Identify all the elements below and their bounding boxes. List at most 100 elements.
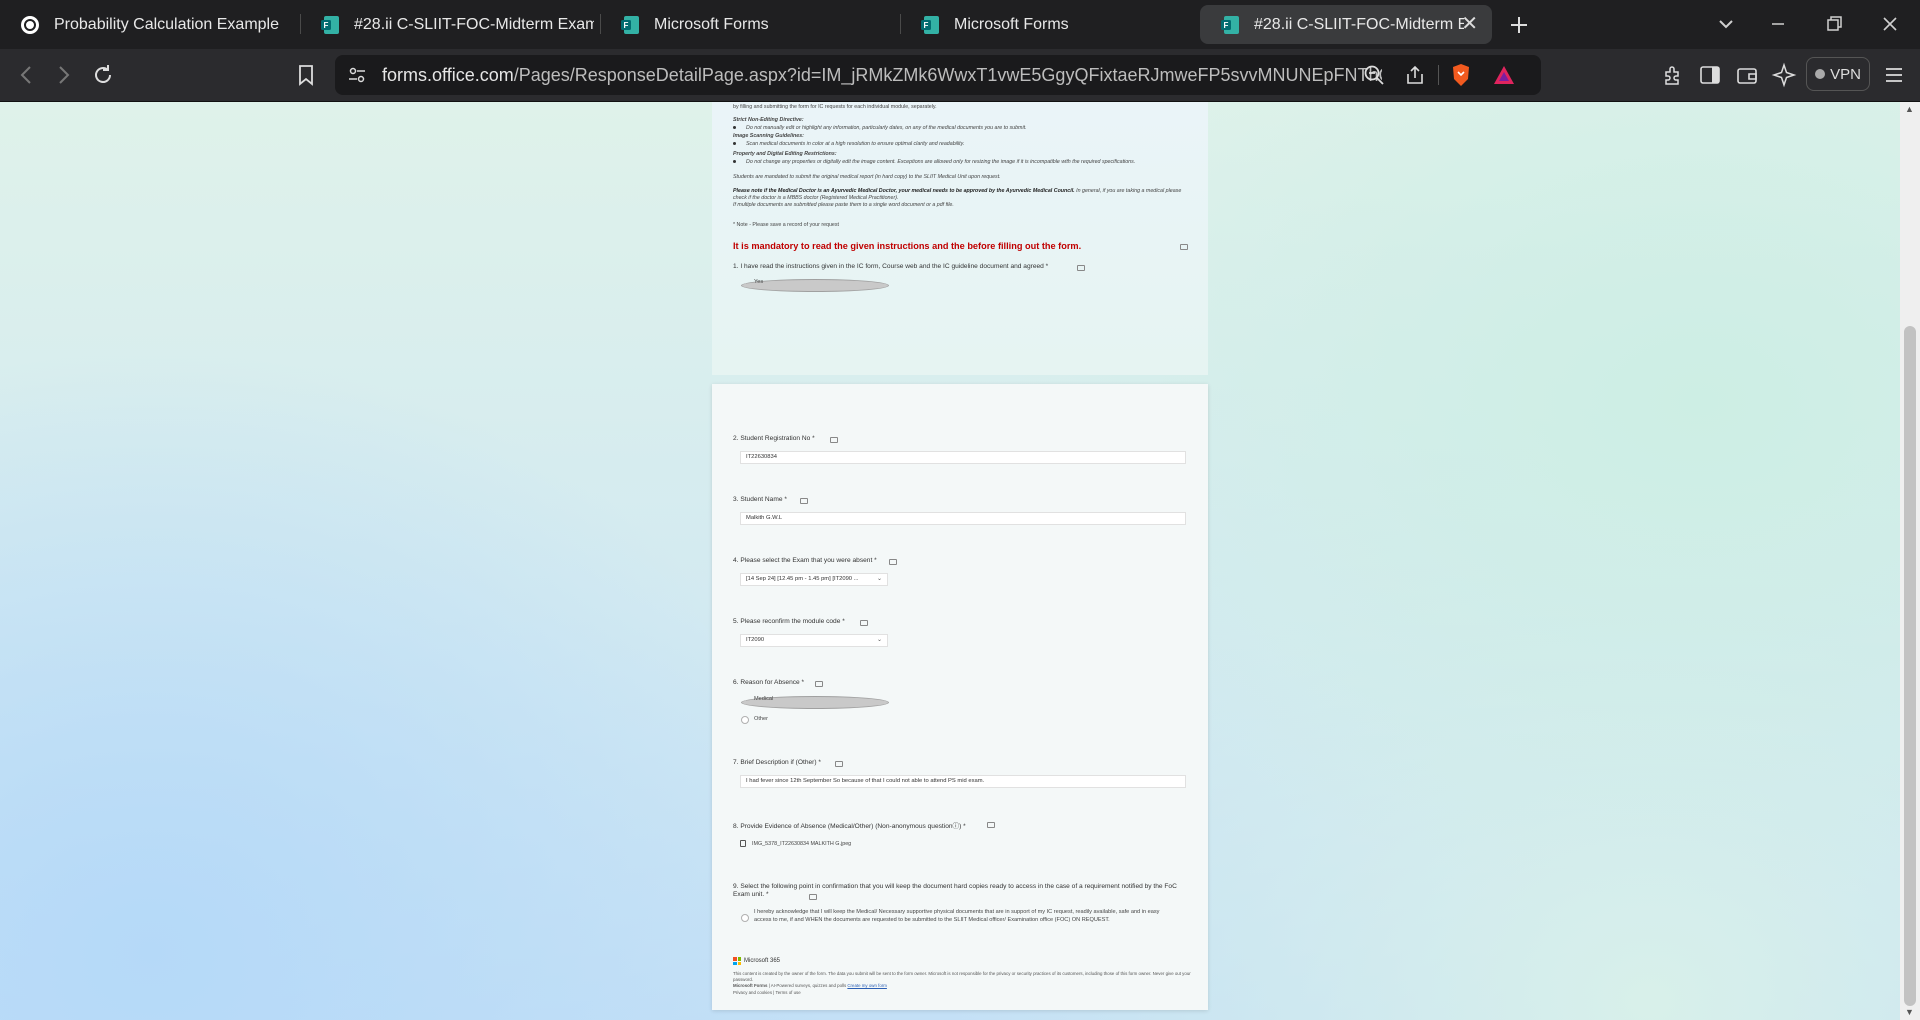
forms-icon: F bbox=[321, 15, 339, 34]
share-icon[interactable] bbox=[1404, 64, 1426, 86]
brave-shields-icon[interactable] bbox=[1450, 63, 1472, 87]
tab-microsoft-forms-1[interactable]: F Microsoft Forms bbox=[600, 5, 900, 44]
address-bar[interactable]: forms.office.com/Pages/ResponseDetailPag… bbox=[335, 55, 1541, 95]
strict-item: Do not manually edit or highlight any in… bbox=[733, 125, 1193, 132]
vpn-status-icon bbox=[1815, 69, 1826, 79]
vpn-button[interactable]: VPN bbox=[1806, 57, 1870, 91]
back-icon[interactable] bbox=[14, 62, 40, 88]
tab-title: Microsoft Forms bbox=[654, 15, 769, 33]
exam-select[interactable]: [14 Sep 24] [12.45 pm - 1.45 pm] [IT2090… bbox=[740, 573, 888, 586]
tab-forms-midterm[interactable]: F #28.ii C-SLIIT-FOC-Midterm Examina bbox=[300, 5, 600, 44]
vertical-scrollbar[interactable]: ▲ ▼ bbox=[1900, 102, 1920, 1020]
reason-medical-label: Medical bbox=[754, 696, 774, 702]
new-tab-plus-icon[interactable] bbox=[1508, 14, 1530, 36]
property-item: Do not change any properties or digitall… bbox=[733, 159, 1193, 166]
scrollbar-thumb[interactable] bbox=[1904, 326, 1916, 1006]
q1-yes-radio[interactable] bbox=[741, 279, 889, 292]
q1-label: 1. I have read the instructions given in… bbox=[733, 263, 1049, 270]
url-host: forms.office.com bbox=[382, 65, 514, 85]
uploaded-file[interactable]: IMG_5378_IT22630834 MALKITH G.jpeg bbox=[740, 840, 851, 847]
menu-icon[interactable] bbox=[1881, 62, 1907, 88]
ayurvedic-bold: Please note if the Medical Doctor is an … bbox=[733, 188, 1075, 194]
url-path: /Pages/ResponseDetailPage.aspx?id=IM_jRM… bbox=[513, 65, 1382, 85]
page-viewport: by filling and submitting the form for I… bbox=[0, 102, 1900, 1020]
reason-other-radio[interactable] bbox=[741, 716, 749, 724]
description-field[interactable]: I had fever since 12th September So beca… bbox=[740, 775, 1186, 788]
strict-item-text: Do not manually edit or highlight any in… bbox=[746, 125, 1027, 131]
immersive-reader-icon[interactable] bbox=[809, 894, 817, 900]
create-form-link[interactable]: Create my own form bbox=[847, 983, 887, 988]
save-record-note: * Note - Please save a record of your re… bbox=[733, 222, 839, 228]
immersive-reader-icon[interactable] bbox=[1077, 265, 1085, 271]
scan-item: Scan medical documents in color at a hig… bbox=[733, 141, 1193, 148]
extensions-icon[interactable] bbox=[1660, 62, 1686, 88]
vpn-label: VPN bbox=[1830, 65, 1861, 83]
wallet-icon[interactable] bbox=[1734, 62, 1760, 88]
q7-label: 7. Brief Description if (Other) * bbox=[733, 759, 821, 766]
bookmark-icon[interactable] bbox=[293, 62, 319, 88]
minimize-icon[interactable] bbox=[1764, 10, 1792, 38]
q9-label: 9. Select the following point in confirm… bbox=[733, 883, 1177, 898]
property-item-text: Do not change any properties or digitall… bbox=[746, 159, 1136, 165]
tab-microsoft-forms-2[interactable]: F Microsoft Forms bbox=[900, 5, 1200, 44]
q2-label: 2. Student Registration No * bbox=[733, 435, 815, 442]
immersive-reader-icon[interactable] bbox=[860, 620, 868, 626]
instructions-section: by filling and submitting the form for I… bbox=[712, 102, 1208, 375]
module-code-select[interactable]: IT2090 ⌄ bbox=[740, 634, 888, 647]
multiple-docs-text: If multiple documents are submitted plea… bbox=[733, 202, 954, 208]
immersive-reader-icon[interactable] bbox=[815, 681, 823, 687]
ayurvedic-note: Please note if the Medical Doctor is an … bbox=[733, 188, 1193, 209]
reload-icon[interactable] bbox=[90, 62, 116, 88]
leo-ai-icon[interactable] bbox=[1771, 62, 1797, 88]
forms-icon: F bbox=[921, 15, 939, 34]
student-name-field[interactable]: Malkith G.W.L bbox=[740, 512, 1186, 525]
immersive-reader-icon[interactable] bbox=[830, 437, 838, 443]
tab-title: #28.ii C-SLIIT-FOC-Midterm Exa bbox=[1254, 15, 1464, 33]
close-tab-icon[interactable]: ✕ bbox=[1461, 13, 1478, 35]
q6-label: 6. Reason for Absence * bbox=[733, 679, 805, 686]
acknowledge-radio[interactable] bbox=[741, 914, 749, 922]
instructions-top-line: by filling and submitting the form for I… bbox=[733, 104, 937, 110]
forward-icon[interactable] bbox=[50, 62, 76, 88]
footer-forms-brand: Microsoft Forms bbox=[733, 983, 768, 988]
microsoft-365-brand: Microsoft 365 bbox=[733, 957, 780, 965]
form-card: by filling and submitting the form for I… bbox=[712, 102, 1208, 1010]
forms-icon: F bbox=[1221, 15, 1239, 34]
microsoft-365-label: Microsoft 365 bbox=[744, 958, 781, 964]
tab-title: Microsoft Forms bbox=[954, 15, 1069, 33]
svg-text:F: F bbox=[1224, 21, 1229, 30]
q3-label: 3. Student Name * bbox=[733, 496, 787, 503]
site-settings-icon[interactable] bbox=[347, 65, 367, 85]
tab-title: #28.ii C-SLIIT-FOC-Midterm Examina bbox=[354, 15, 594, 33]
exam-select-value: [14 Sep 24] [12.45 pm - 1.45 pm] [IT2090… bbox=[746, 576, 859, 582]
footer-privacy-terms[interactable]: Privacy and cookies | Terms of use bbox=[733, 990, 1193, 996]
questions-section: 2. Student Registration No * IT22630834 … bbox=[712, 384, 1208, 1010]
tab-title: Probability Calculation Example bbox=[54, 15, 279, 33]
scan-item-text: Scan medical documents in color at a hig… bbox=[746, 141, 965, 147]
immersive-reader-icon[interactable] bbox=[987, 822, 995, 828]
registration-no-field[interactable]: IT22630834 bbox=[740, 451, 1186, 464]
sidebar-icon[interactable] bbox=[1697, 62, 1723, 88]
scroll-up-icon[interactable]: ▲ bbox=[1905, 104, 1914, 114]
brave-rewards-icon[interactable] bbox=[1492, 64, 1516, 86]
chatgpt-icon bbox=[21, 15, 39, 34]
immersive-reader-icon[interactable] bbox=[800, 498, 808, 504]
restore-icon[interactable] bbox=[1820, 10, 1848, 38]
q8-label: 8. Provide Evidence of Absence (Medical/… bbox=[733, 823, 966, 830]
url-text: forms.office.com/Pages/ResponseDetailPag… bbox=[382, 65, 1382, 86]
tab-search-chevron-icon[interactable] bbox=[1712, 10, 1740, 38]
footer-disclaimer: This content is created by the owner of … bbox=[733, 971, 1191, 982]
footer-forms-line: Microsoft Forms | AI-Powered surveys, qu… bbox=[733, 983, 1193, 989]
footer-forms-tagline: | AI-Powered surveys, quizzes and polls bbox=[767, 983, 848, 988]
reason-other-label: Other bbox=[754, 716, 768, 722]
scroll-down-icon[interactable]: ▼ bbox=[1905, 1007, 1914, 1017]
immersive-reader-icon[interactable] bbox=[889, 559, 897, 565]
property-heading: Property and Digital Editing Restriction… bbox=[733, 151, 837, 157]
zoom-icon[interactable] bbox=[1363, 64, 1385, 86]
tab-forms-midterm-active[interactable]: F #28.ii C-SLIIT-FOC-Midterm Exa ✕ bbox=[1200, 5, 1492, 44]
immersive-reader-icon[interactable] bbox=[1180, 244, 1188, 250]
tab-probability-calculation[interactable]: Probability Calculation Example bbox=[0, 5, 300, 44]
immersive-reader-icon[interactable] bbox=[835, 761, 843, 767]
module-code-value: IT2090 bbox=[746, 637, 765, 643]
close-window-icon[interactable] bbox=[1876, 10, 1904, 38]
